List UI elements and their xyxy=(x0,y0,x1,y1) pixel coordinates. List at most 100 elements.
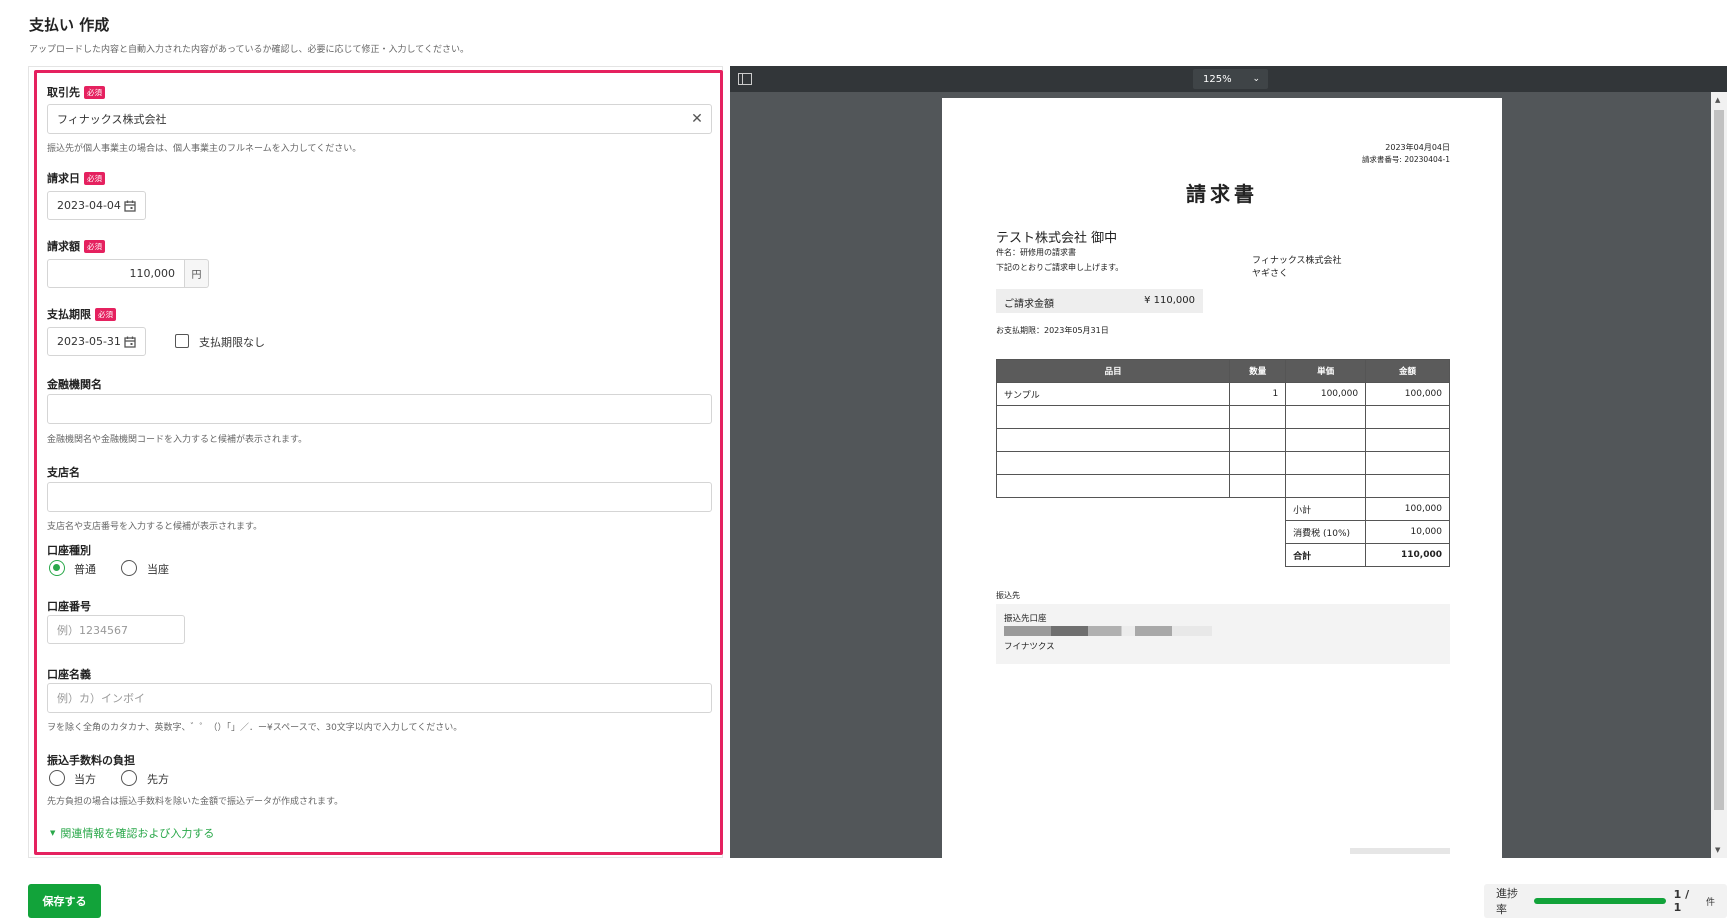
invoice-total-label: ご請求金額 xyxy=(1004,299,1054,310)
table-header: 品目 xyxy=(995,359,1231,383)
amount-unit: 円 xyxy=(185,259,209,288)
invoice-items-table: 品目 数量 単価 金額 サンプル 1 100,000 100,000 小計 10… xyxy=(995,359,1450,567)
account-type-futsu-radio[interactable] xyxy=(49,560,65,576)
fee-label: 振込手数料の負担 xyxy=(47,754,135,767)
due-date-value: 2023-05-31 xyxy=(57,335,121,348)
zoom-select[interactable]: 125% ⌄ xyxy=(1193,69,1268,89)
invoice-total-value: ¥ 110,000 xyxy=(1144,295,1195,306)
footer-logo-icon xyxy=(1350,848,1450,854)
required-badge: 必須 xyxy=(84,239,105,253)
no-due-date-label: 支払期限なし xyxy=(199,336,265,349)
fee-theirs-label: 先方 xyxy=(147,773,169,786)
chevron-down-icon: ⌄ xyxy=(1252,74,1260,84)
fee-theirs-radio[interactable] xyxy=(121,770,137,786)
account-holder-label: 口座名義 xyxy=(47,668,91,681)
no-due-date-checkbox[interactable] xyxy=(175,334,189,348)
invoice-recipient: テスト株式会社 御中 xyxy=(996,231,1118,246)
account-holder-input[interactable]: 例）カ）インボイ xyxy=(47,683,712,713)
redacted-account-bar-light xyxy=(1172,626,1212,636)
account-name: フイナツクス xyxy=(1004,642,1055,652)
invoice-page: 2023年04月04日 請求書番号: 20230404-1 請求書 テスト株式会… xyxy=(942,98,1502,858)
scroll-up-icon[interactable]: ▲ xyxy=(1715,96,1720,104)
caret-down-icon: ▼ xyxy=(50,829,56,837)
account-type-label: 口座種別 xyxy=(47,544,91,557)
invoice-date-label: 請求日 必須 xyxy=(47,170,105,186)
invoice-date: 2023年04月04日 xyxy=(1385,143,1450,152)
progress-indicator: 進捗率 1 / 1 件 xyxy=(1484,884,1727,918)
related-info-link[interactable]: ▼ 関連情報を確認および入力する xyxy=(50,825,214,841)
table-cell: 100,000 xyxy=(1285,382,1367,406)
account-holder-placeholder: 例）カ）インボイ xyxy=(57,692,145,705)
invoice-issuer: フィナックス株式会社 xyxy=(1252,256,1342,266)
table-header: 数量 xyxy=(1229,359,1287,383)
invoice-date-value: 2023-04-04 xyxy=(57,199,121,212)
tax-row: 消費税 (10%) 10,000 xyxy=(996,520,1450,544)
blank-cell xyxy=(996,543,1287,567)
account-label: 振込先口座 xyxy=(1004,614,1047,624)
related-info-link-label: 関連情報を確認および入力する xyxy=(60,827,215,840)
sum-label: 合計 xyxy=(1285,543,1367,567)
vendor-input[interactable]: フィナックス株式会社 xyxy=(47,104,712,134)
table-cell xyxy=(995,405,1231,429)
invoice-intro: 下記のとおりご請求申し上げます。 xyxy=(996,263,1124,272)
invoice-total-box: ご請求金額 ¥ 110,000 xyxy=(996,289,1203,313)
table-cell xyxy=(1365,405,1450,429)
sum-row: 合計 110,000 xyxy=(996,543,1450,567)
page-title: 支払い 作成 xyxy=(29,16,110,34)
blank-cell xyxy=(996,497,1287,521)
table-cell: サンプル xyxy=(995,382,1231,406)
invoice-issuer-person: ヤギさく xyxy=(1252,269,1289,279)
amount-input[interactable]: 110,000 xyxy=(47,259,185,288)
sidebar-toggle-icon[interactable] xyxy=(738,73,752,85)
table-row xyxy=(995,474,1450,498)
bank-help: 金融機関名や金融機関コードを入力すると候補が表示されます。 xyxy=(47,435,308,445)
subtotal-value: 100,000 xyxy=(1365,497,1450,521)
bank-input[interactable] xyxy=(47,394,712,424)
table-cell xyxy=(1285,405,1367,429)
blank-cell xyxy=(996,520,1287,544)
amount-label: 請求額 必須 xyxy=(47,238,105,254)
tax-value: 10,000 xyxy=(1365,520,1450,544)
table-cell xyxy=(1365,474,1450,498)
branch-help: 支店名や支店番号を入力すると候補が表示されます。 xyxy=(47,522,263,532)
required-badge: 必須 xyxy=(84,171,105,185)
table-header: 金額 xyxy=(1365,359,1450,383)
save-button[interactable]: 保存する xyxy=(28,884,101,918)
vendor-help: 振込先が個人事業主の場合は、個人事業主のフルネームを入力してください。 xyxy=(47,144,362,154)
transfer-heading: 振込先 xyxy=(996,591,1020,600)
tax-label: 消費税 (10%) xyxy=(1285,520,1367,544)
bank-label: 金融機関名 xyxy=(47,378,102,391)
calendar-icon[interactable] xyxy=(122,198,138,214)
table-header: 単価 xyxy=(1285,359,1367,383)
branch-input[interactable] xyxy=(47,482,712,512)
account-number-placeholder: 例）1234567 xyxy=(57,623,128,637)
calendar-icon[interactable] xyxy=(122,334,138,350)
due-date-label: 支払期限 必須 xyxy=(47,306,116,322)
fee-ours-radio[interactable] xyxy=(49,770,65,786)
table-cell: 1 xyxy=(1229,382,1287,406)
viewer-scrollbar[interactable]: ▲ ▼ xyxy=(1711,92,1727,858)
account-type-toza-label: 当座 xyxy=(147,563,169,576)
clear-icon[interactable]: ✕ xyxy=(688,110,706,128)
table-cell xyxy=(1285,428,1367,452)
required-badge: 必須 xyxy=(84,85,105,99)
progress-count: 1 / 1 xyxy=(1673,888,1690,914)
account-number-input[interactable]: 例）1234567 xyxy=(47,615,185,644)
account-type-futsu-label: 普通 xyxy=(74,563,96,576)
vendor-value: フィナックス株式会社 xyxy=(57,113,167,126)
progress-bar-fill xyxy=(1533,898,1666,904)
progress-bar xyxy=(1533,898,1666,904)
scroll-thumb[interactable] xyxy=(1714,110,1724,810)
required-badge: 必須 xyxy=(95,307,116,321)
fee-ours-label: 当方 xyxy=(74,773,96,786)
transfer-account-box: 振込先口座 フイナツクス xyxy=(996,604,1450,664)
zoom-value: 125% xyxy=(1203,73,1232,85)
progress-label: 進捗率 xyxy=(1496,887,1518,916)
viewer-toolbar: 125% ⌄ xyxy=(730,66,1727,92)
table-cell xyxy=(1365,451,1450,475)
page-description: アップロードした内容と自動入力された内容があっているか確認し、必要に応じて修正・… xyxy=(29,45,470,55)
account-type-toza-radio[interactable] xyxy=(121,560,137,576)
scroll-down-icon[interactable]: ▼ xyxy=(1715,846,1720,854)
fee-help: 先方負担の場合は振込手数料を除いた金額で振込データが作成されます。 xyxy=(47,797,344,807)
subtotal-label: 小計 xyxy=(1285,497,1367,521)
